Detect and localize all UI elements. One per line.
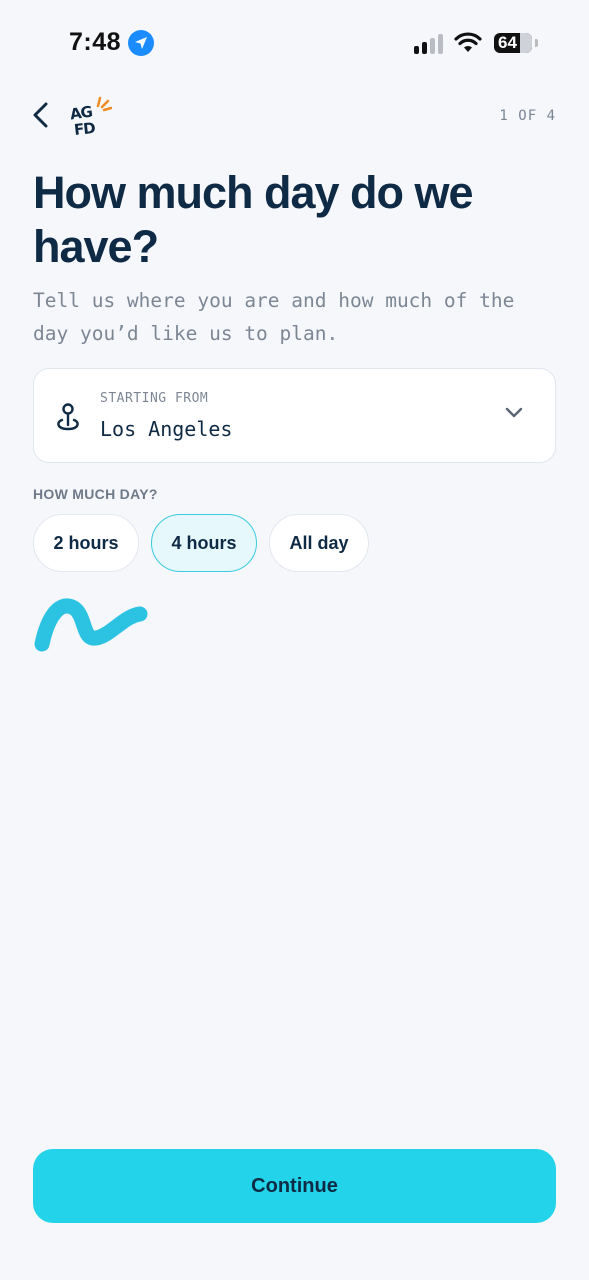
starting-from-label: STARTING FROM <box>100 391 209 406</box>
duration-option-all-day[interactable]: All day <box>269 514 369 572</box>
duration-option-2-hours[interactable]: 2 hours <box>33 514 139 572</box>
chevron-down-icon <box>505 407 523 418</box>
logo-rays-icon <box>96 96 112 112</box>
back-button[interactable] <box>28 100 56 130</box>
map-pin-icon <box>57 403 79 431</box>
page-title: How much day do we have? <box>33 167 474 272</box>
logo-text-line2: FD <box>73 118 96 140</box>
decorative-squiggle <box>34 598 148 652</box>
status-time: 7:48 <box>69 28 122 56</box>
step-indicator: 1 OF 4 <box>499 108 556 124</box>
location-arrow-icon <box>128 30 154 56</box>
battery-indicator: 64 <box>494 33 538 53</box>
starting-from-value: Los Angeles <box>100 417 233 441</box>
battery-level: 64 <box>498 33 517 52</box>
duration-label: HOW MUCH DAY? <box>33 486 158 502</box>
continue-button[interactable]: Continue <box>33 1149 556 1223</box>
wifi-icon <box>454 32 482 52</box>
page-subtitle: Tell us where you are and how much of th… <box>33 289 515 345</box>
app-logo: AG FD <box>68 96 112 140</box>
starting-location-select[interactable]: STARTING FROM Los Angeles <box>33 368 556 463</box>
status-bar: 7:48 64 <box>0 0 589 88</box>
cellular-signal-icon <box>414 34 444 54</box>
duration-option-4-hours[interactable]: 4 hours <box>151 514 257 572</box>
